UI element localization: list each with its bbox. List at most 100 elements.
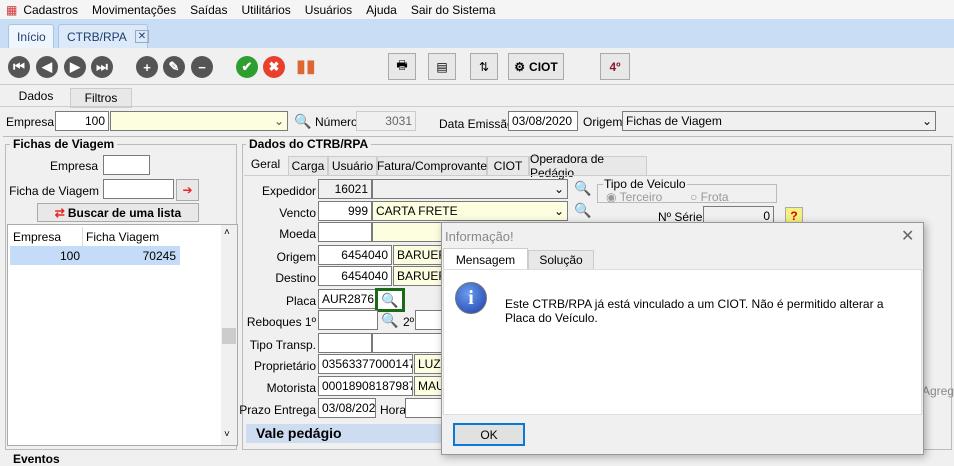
- document-icon: ▤: [436, 59, 448, 74]
- tab-ciot[interactable]: CIOT: [487, 156, 529, 176]
- tab-filtros[interactable]: Filtros: [70, 88, 132, 108]
- column-header-empresa[interactable]: Empresa: [10, 227, 82, 246]
- delete-icon[interactable]: −: [191, 56, 213, 78]
- search-icon[interactable]: 🔍: [381, 312, 398, 329]
- cancel-icon[interactable]: ✖: [263, 56, 285, 78]
- document-button[interactable]: ▤: [428, 53, 456, 80]
- moeda-select[interactable]: [372, 222, 452, 242]
- list-icon: ⇄: [54, 205, 65, 220]
- numero-input[interactable]: 3031: [356, 111, 416, 131]
- edit-icon[interactable]: ✎: [163, 56, 185, 78]
- document-tabs: Início CTRB/RPA ✕: [0, 19, 954, 48]
- eventos-title: Eventos: [10, 452, 63, 466]
- table-row[interactable]: 100 70245: [10, 246, 180, 265]
- data-emissao-input[interactable]: 03/08/2020: [508, 111, 578, 131]
- ficha-viagem-input[interactable]: [103, 179, 174, 199]
- proprietario-doc[interactable]: 03563377000147: [318, 354, 413, 374]
- tipo-transp-code[interactable]: [318, 333, 372, 353]
- origem-select[interactable]: Fichas de Viagem ⌄: [622, 111, 936, 131]
- close-icon[interactable]: ✕: [901, 226, 914, 246]
- tab-ctrb-rpa[interactable]: CTRB/RPA ✕: [58, 24, 150, 48]
- vencto-code[interactable]: 999: [318, 201, 372, 221]
- reboque1-input[interactable]: [318, 310, 378, 330]
- expedidor-select[interactable]: ⌄: [372, 179, 568, 199]
- ok-button[interactable]: OK: [453, 423, 525, 446]
- transfer-icon: ⇅: [478, 59, 490, 74]
- tab-carga[interactable]: Carga: [288, 156, 328, 176]
- radio-frota[interactable]: ○ Frota: [690, 190, 729, 204]
- scroll-down-icon[interactable]: ˅: [224, 429, 230, 440]
- transfer-button[interactable]: ⇅: [470, 53, 498, 80]
- vencto-label: Vencto: [279, 206, 316, 220]
- close-tab-icon[interactable]: ✕: [134, 30, 150, 43]
- tab-label: CTRB/RPA: [67, 29, 127, 44]
- search-icon[interactable]: 🔍: [574, 202, 591, 219]
- numero-label: Número: [315, 115, 358, 129]
- radio-terceiro[interactable]: ◉ Terceiro: [606, 190, 662, 204]
- tab-label: Início: [17, 29, 46, 44]
- last-record-icon[interactable]: ⏭: [91, 56, 113, 78]
- tipo-transp-name[interactable]: [372, 333, 452, 353]
- tab-dados[interactable]: Dados: [4, 86, 68, 106]
- tab-solucao[interactable]: Solução: [528, 250, 594, 270]
- frota-label: Frota: [700, 190, 729, 204]
- add-icon[interactable]: +: [136, 56, 158, 78]
- origem-code[interactable]: 6454040: [318, 245, 392, 265]
- menu-saidas[interactable]: Saídas: [190, 3, 227, 17]
- expedidor-code[interactable]: 16021: [318, 179, 372, 199]
- search-icon[interactable]: 🔍: [294, 113, 311, 130]
- moeda-code[interactable]: [318, 222, 372, 242]
- next-record-icon[interactable]: ▶: [64, 56, 86, 78]
- tab-geral[interactable]: Geral: [244, 154, 287, 174]
- cell-empresa: 100: [59, 249, 80, 263]
- placa-input[interactable]: AUR2876: [318, 289, 376, 309]
- toolbar: ⏮ ◀ ▶ ⏭ + ✎ − ✔ ✖ ▮▮ 🖶 ▤ ⇅ ⚙ CIOT 4º: [0, 48, 954, 85]
- fichas-empresa-input[interactable]: [103, 155, 150, 175]
- menu-utilitarios[interactable]: Utilitários: [241, 3, 290, 17]
- tab-inicio[interactable]: Início: [8, 24, 54, 48]
- tab-label: CIOT: [493, 159, 523, 173]
- scrollbar[interactable]: ˄ ˅: [221, 225, 237, 445]
- motorista-doc[interactable]: 00018908187987: [318, 376, 413, 396]
- placa-search-button[interactable]: 🔍: [375, 288, 405, 312]
- column-header-ficha[interactable]: Ficha Viagem: [82, 227, 180, 246]
- previous-record-icon[interactable]: ◀: [36, 56, 58, 78]
- scroll-up-icon[interactable]: ˄: [224, 227, 230, 238]
- tab-usuario[interactable]: Usuário: [328, 156, 377, 176]
- tab-mensagem[interactable]: Mensagem: [443, 248, 528, 270]
- empresa-input[interactable]: 100: [55, 111, 109, 131]
- tab-operadora[interactable]: Operadora de Pedágio: [529, 152, 647, 180]
- buscar-lista-button[interactable]: ⇄ Buscar de uma lista: [37, 203, 199, 222]
- vale-pedagio-header: Vale pedágio: [246, 424, 446, 443]
- first-record-icon[interactable]: ⏮: [8, 56, 30, 78]
- destino-code[interactable]: 6454040: [318, 266, 392, 286]
- hora-label: Hora: [380, 403, 407, 417]
- prazo-input[interactable]: 03/08/2020: [318, 398, 376, 418]
- logo-button[interactable]: 4º: [600, 53, 630, 80]
- chevron-down-icon: ⌄: [921, 114, 932, 128]
- fichas-empresa-label: Empresa: [49, 159, 98, 173]
- fichas-table: Empresa Ficha Viagem 100 70245 ˄ ˅: [7, 224, 238, 446]
- vencto-select[interactable]: CARTA FRETE ⌄: [372, 201, 568, 221]
- search-icon: 🔍: [381, 291, 399, 308]
- search-icon[interactable]: 🔍: [574, 180, 591, 197]
- menu-movimentacoes[interactable]: Movimentações: [92, 3, 176, 17]
- reboque2-label: 2º: [403, 315, 415, 329]
- agrega-label: Agrega: [922, 384, 954, 398]
- gear-icon: ⚙: [514, 59, 526, 74]
- menu-ajuda[interactable]: Ajuda: [366, 3, 397, 17]
- data-emissao-label: Data Emissão: [439, 117, 514, 131]
- import-button[interactable]: ➔: [176, 179, 199, 201]
- info-dialog: Informação! ✕ Mensagem Solução i Este CT…: [441, 222, 924, 455]
- hora-input[interactable]: [405, 398, 445, 418]
- menu-sair[interactable]: Sair do Sistema: [411, 3, 496, 17]
- tab-fatura[interactable]: Fatura/Comprovante: [377, 156, 487, 176]
- menu-usuarios[interactable]: Usuários: [305, 3, 352, 17]
- print-button[interactable]: 🖶: [388, 53, 416, 80]
- menu-cadastros[interactable]: Cadastros: [23, 3, 78, 17]
- ciot-button[interactable]: ⚙ CIOT: [508, 53, 564, 80]
- confirm-icon[interactable]: ✔: [236, 56, 258, 78]
- report-chart-icon[interactable]: ▮▮: [296, 56, 316, 77]
- empresa-select[interactable]: ⌄: [110, 111, 288, 131]
- scroll-thumb[interactable]: [222, 328, 236, 344]
